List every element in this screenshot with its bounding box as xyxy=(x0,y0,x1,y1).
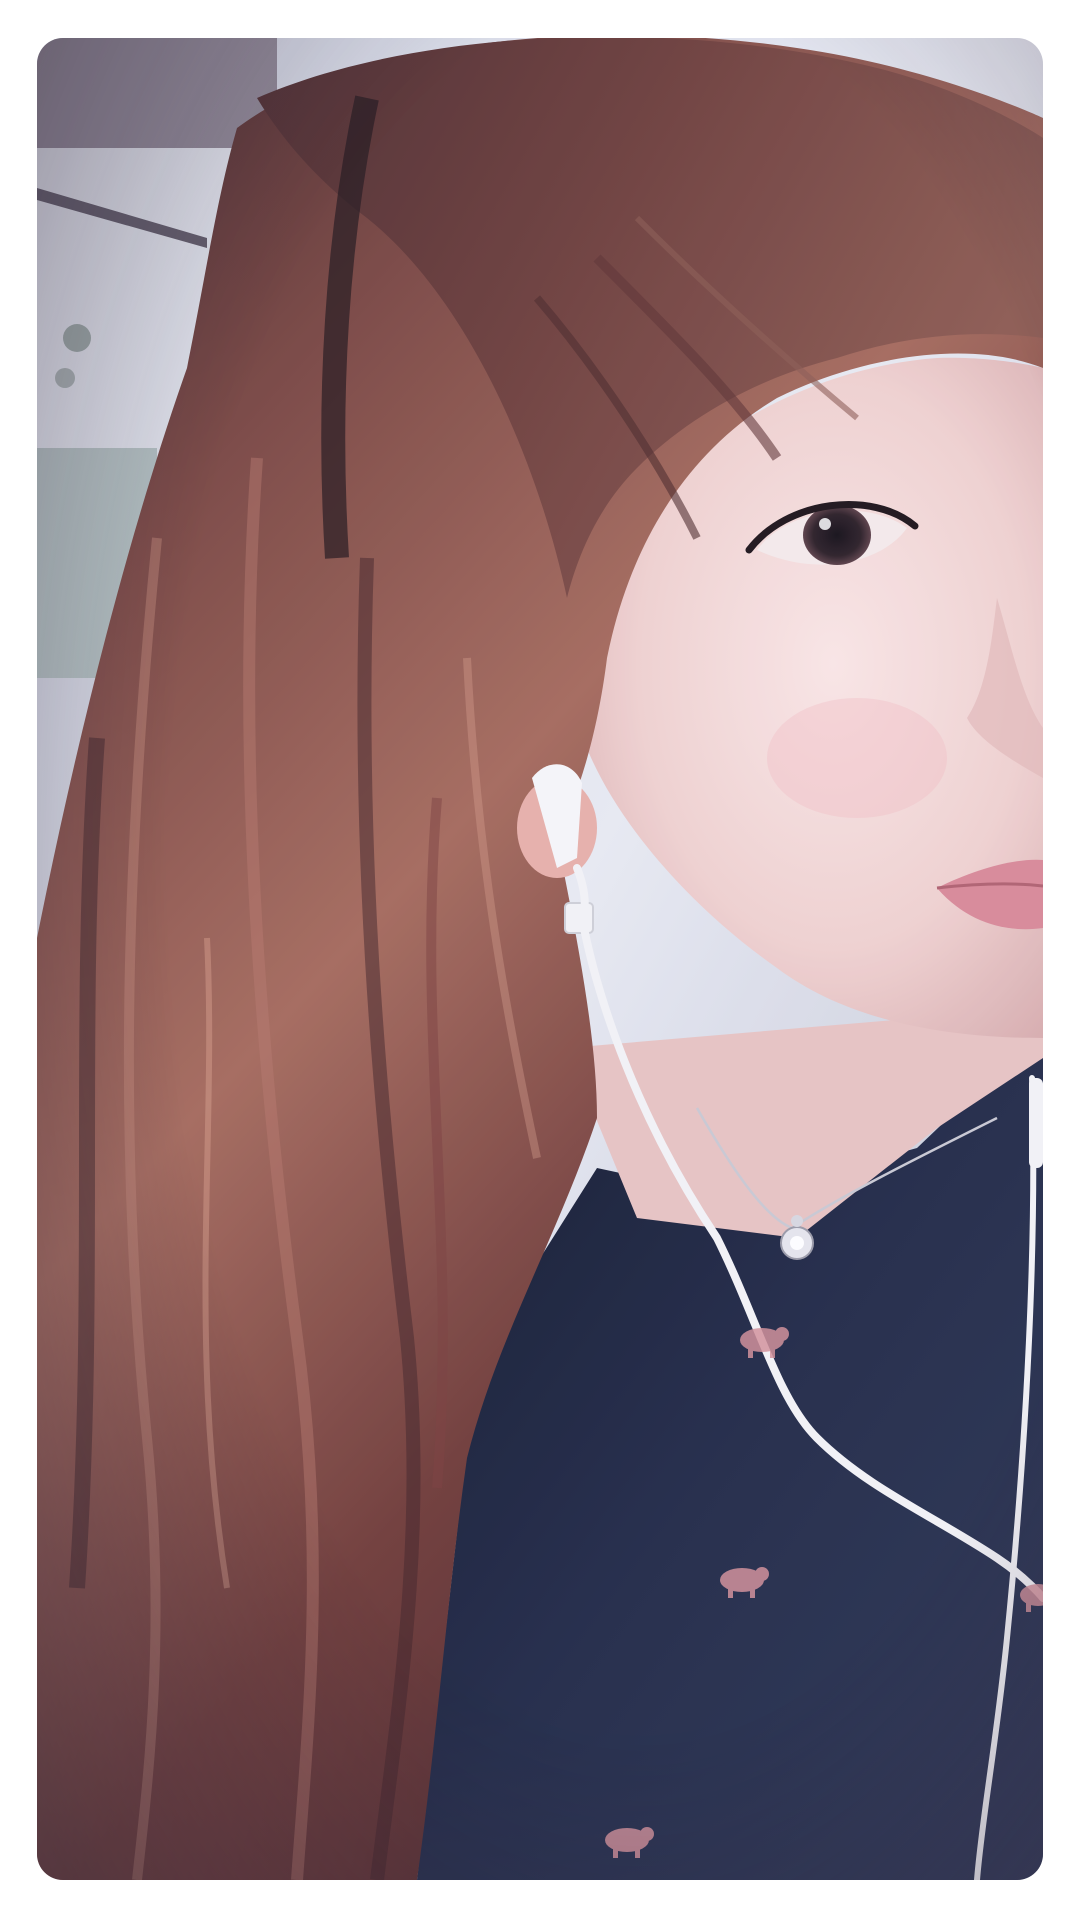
photo-frame xyxy=(37,38,1043,1880)
selfie-photo xyxy=(37,38,1043,1880)
